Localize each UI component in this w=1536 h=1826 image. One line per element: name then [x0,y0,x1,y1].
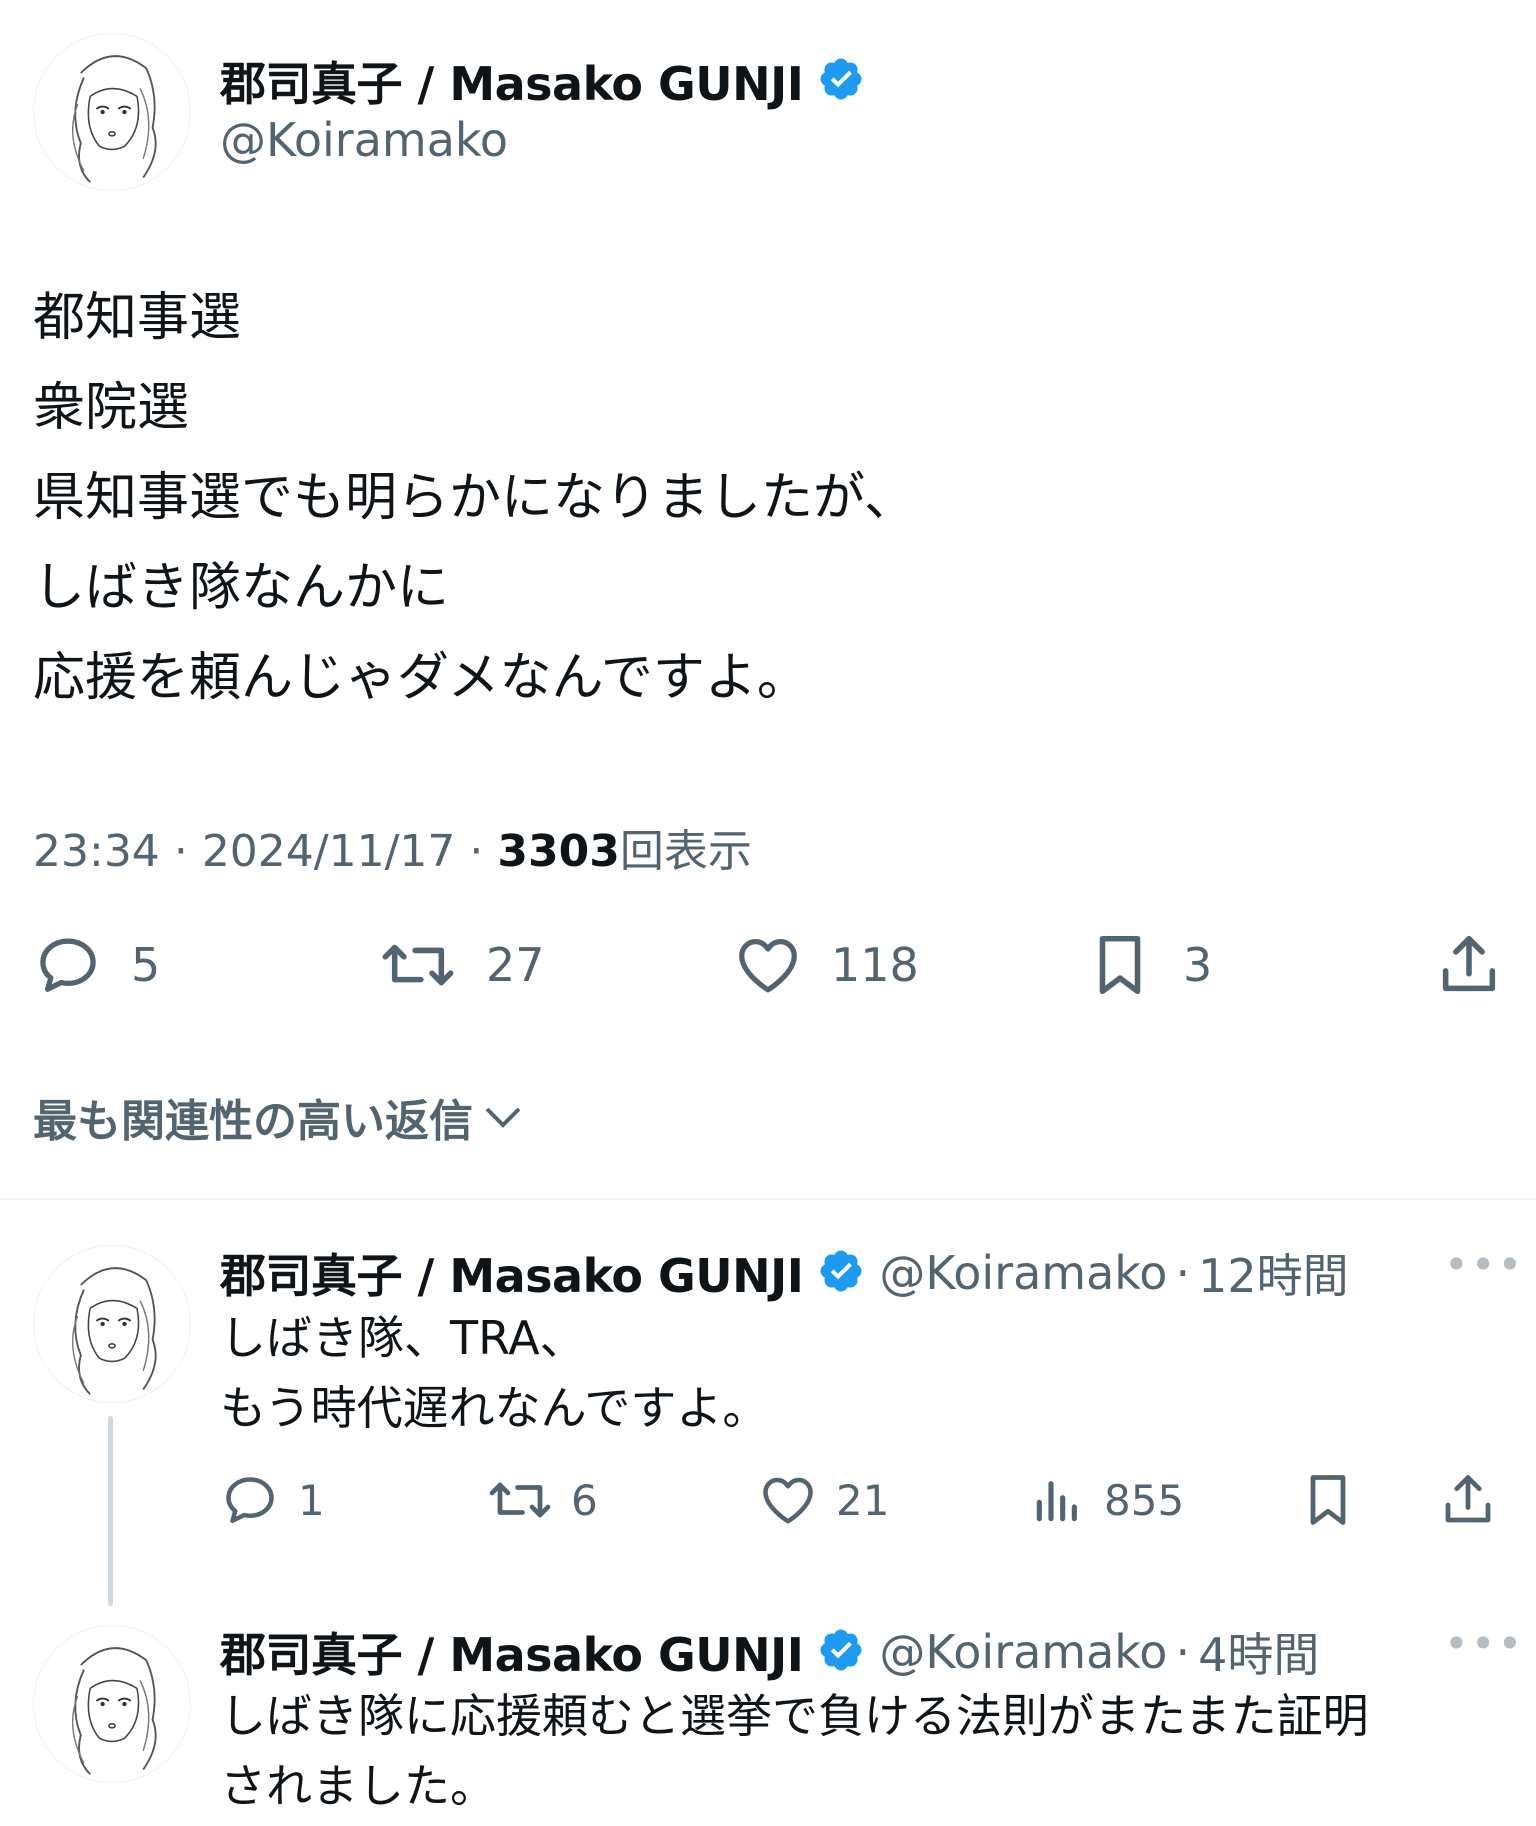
reply-icon [40,938,96,992]
thread-line [108,1416,113,1606]
like-count: 21 [836,1475,890,1525]
reply-text: しばき隊、TRA、 もう時代遅れなんですよ。 [220,1311,769,1435]
author-handle[interactable]: @Koiramako [220,113,508,167]
reply-button[interactable]: 5 [33,930,160,1000]
share-button[interactable] [1434,930,1504,1000]
views-button[interactable]: 855 [1030,1470,1184,1530]
tweet-meta: 23:34 · 2024/11/17 · 3303回表示 [33,826,752,877]
retweet-icon [489,1482,551,1518]
reply-count: 1 [298,1475,325,1525]
like-button[interactable]: 21 [758,1470,889,1530]
share-icon [1445,1475,1491,1523]
reply-handle[interactable]: @Koiramako [879,1625,1167,1679]
chevron-down-icon [485,1107,521,1128]
reply-time[interactable]: 12時間 [1198,1240,1349,1306]
reply-author-name[interactable]: 郡司真子 / Masako GUNJI [220,1240,804,1306]
like-count: 118 [831,938,919,992]
reply-sort-label: 最も関連性の高い返信 [33,1096,473,1147]
reply-header: 郡司真子 / Masako GUNJI @Koiramako · 4時間 [220,1619,1319,1685]
reply-count: 5 [131,938,161,992]
reply-text: しばき隊に応援頼むと選挙で負ける法則がまたまた証明 されました。 [220,1689,1369,1813]
verified-badge-icon [817,55,865,107]
share-button[interactable] [1438,1470,1498,1530]
avatar[interactable] [33,1245,191,1403]
like-icon [739,939,797,993]
more-icon[interactable]: ••• [1444,1619,1524,1668]
tweet-date[interactable]: 2024/11/17 [202,826,456,877]
more-icon[interactable]: ••• [1444,1240,1524,1289]
reply-author-name[interactable]: 郡司真子 / Masako GUNJI [220,1619,804,1685]
verified-badge-icon [817,1247,865,1299]
retweet-icon [382,944,454,986]
tweet-time[interactable]: 23:34 [33,826,160,877]
bookmark-icon [1310,1475,1346,1525]
bookmark-button[interactable]: 3 [1085,930,1212,1000]
divider [0,1198,1536,1200]
like-icon [763,1477,813,1524]
avatar-illustration-icon [72,1267,157,1395]
verified-badge-icon [817,1626,865,1678]
bookmark-count: 3 [1183,938,1213,992]
avatar-illustration-icon [72,1647,157,1775]
reply-header: 郡司真子 / Masako GUNJI @Koiramako · 12時間 [220,1240,1349,1306]
views-count: 855 [1104,1475,1185,1525]
author-name[interactable]: 郡司真子 / Masako GUNJI [220,48,804,114]
retweet-count: 27 [486,938,545,992]
bookmark-icon [1099,935,1141,995]
avatar[interactable] [33,33,191,191]
avatar[interactable] [33,1625,191,1783]
views-count: 3303 [497,826,620,877]
share-icon [1442,935,1496,992]
avatar-illustration-icon [72,55,157,183]
tweet-text: 都知事選 衆院選 県知事選でも明らかになりましたが、 しばき隊なんかに 応援を頼… [33,288,916,708]
views-label: 回表示 [619,826,752,877]
reply-sort-dropdown[interactable]: 最も関連性の高い返信 [33,1085,527,1149]
retweet-count: 6 [571,1475,598,1525]
reply-button[interactable]: 1 [220,1470,325,1530]
bookmark-button[interactable] [1298,1470,1358,1530]
reply-icon [226,1477,274,1523]
reply-handle[interactable]: @Koiramako [879,1246,1167,1300]
reply-time[interactable]: 4時間 [1198,1619,1319,1685]
retweet-button[interactable]: 6 [487,1470,598,1530]
views-icon [1036,1481,1077,1522]
retweet-button[interactable]: 27 [378,930,545,1000]
like-button[interactable]: 118 [733,930,919,1000]
